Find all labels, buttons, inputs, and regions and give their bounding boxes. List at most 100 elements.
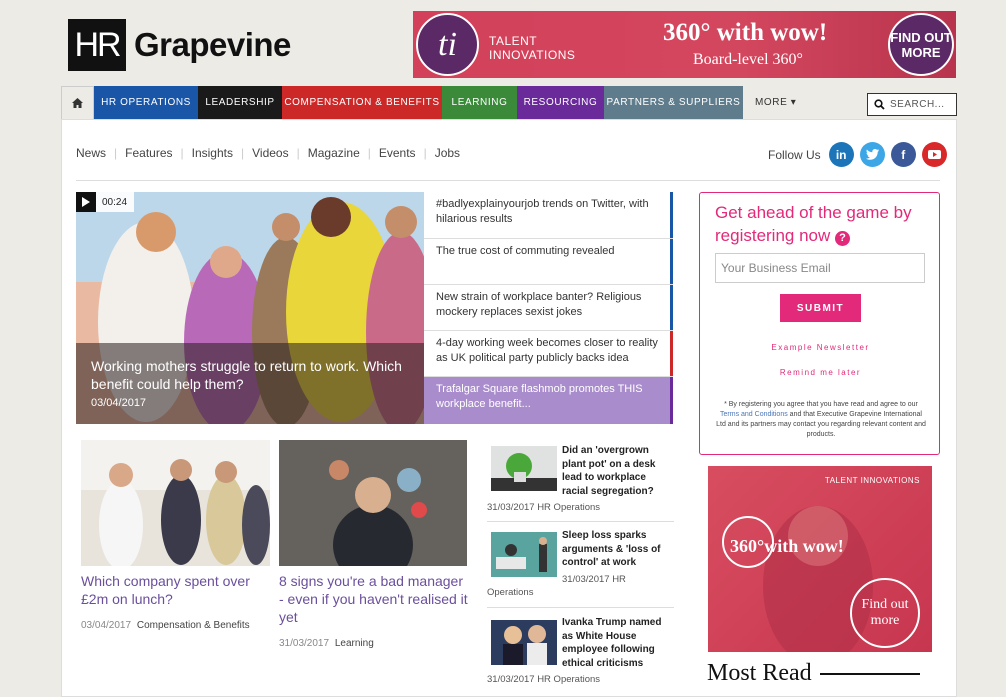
example-newsletter-link[interactable]: Example Newsletter [700,343,941,352]
site-logo[interactable]: HR Grapevine [68,19,291,71]
logo-mark: HR [68,19,126,71]
card-category[interactable]: Compensation & Benefits [137,620,250,631]
side-banner-ad[interactable]: TALENT INNOVATIONS 360°with wow! Find ou… [708,466,932,652]
home-nav-button[interactable] [61,86,94,119]
nav-compensation-benefits[interactable]: COMPENSATION & BENEFITS [282,86,442,119]
play-icon [76,192,96,212]
subnav-divider [76,180,940,181]
office-photo [81,440,270,566]
headline-item[interactable]: New strain of workplace banter? Religiou… [424,285,673,331]
headline-item-active[interactable]: Trafalgar Square flashmob promotes THIS … [424,377,673,424]
subnav-events[interactable]: Events [379,146,416,160]
submit-button[interactable]: SUBMIT [780,294,861,322]
headline-text: Trafalgar Square flashmob promotes THIS … [436,383,643,410]
ad-brand-circle: ti [416,13,479,76]
video-play-button[interactable]: 00:24 [76,192,134,212]
youtube-icon[interactable] [921,142,947,167]
card-image[interactable] [279,440,467,566]
list-category[interactable]: HR Operations [537,674,600,685]
card-meta: 31/03/2017 Learning [279,638,374,649]
follow-label: Follow Us [768,147,821,162]
search-icon [874,99,885,110]
card-image[interactable] [81,440,270,566]
card-meta: 03/04/2017 Compensation & Benefits [81,620,250,631]
most-read-title: Most Read [707,660,812,686]
nav-learning[interactable]: LEARNING [442,86,517,119]
logo-wordmark: Grapevine [134,26,291,63]
list-item[interactable]: Sleep loss sparks arguments & 'loss of c… [487,522,674,608]
subnav-jobs[interactable]: Jobs [435,146,460,160]
headline-item[interactable]: The true cost of commuting revealed [424,239,673,285]
category-bar [670,331,673,376]
nav-partners-suppliers[interactable]: PARTNERS & SUPPLIERS [604,86,743,119]
hero-image[interactable]: Working mothers struggle to return to wo… [76,192,424,424]
list-date: 31/03/2017 [487,502,535,513]
subnav-features[interactable]: Features [125,146,172,160]
ad-cta-button[interactable]: FIND OUT MORE [888,13,954,76]
list-meta: 31/03/2017 HR Operations [487,501,600,514]
site-header: HR Grapevine ti TALENT INNOVATIONS 360° … [0,0,1006,85]
category-bar [670,192,673,238]
terms-text: * By registering you agree that you have… [724,401,918,408]
search-placeholder: SEARCH... [890,99,945,110]
help-icon[interactable]: ? [835,231,851,246]
list-thumbnail [491,446,557,491]
heading-rule [819,672,920,675]
ad-headline: 360° with wow! [663,19,828,46]
most-read-heading: Most Read [707,660,920,687]
ad-cta-button[interactable]: Find out more [850,578,920,648]
twitter-icon[interactable] [859,142,885,167]
search-box[interactable]: SEARCH... [867,93,957,116]
register-title: Get ahead of the game by registering now… [715,201,930,247]
headline-text: The true cost of commuting revealed [436,245,615,257]
video-duration: 00:24 [102,196,128,208]
ad-headline: 360°with wow! [730,536,844,556]
home-icon [72,98,83,108]
sub-nav: News | Features | Insights | Videos | Magazi… [76,146,461,160]
ad-subheadline: Board-level 360° [693,51,803,68]
list-thumbnail [491,620,557,665]
headline-item[interactable]: #badlyexplainyourjob trends on Twitter, … [424,192,673,239]
register-box: Get ahead of the game by registering now… [699,192,940,455]
facebook-icon[interactable]: f [890,142,916,167]
list-meta: 31/03/2017 HR Operations [487,573,667,599]
register-title-text: Get ahead of the game by registering now [715,203,912,245]
card-title[interactable]: Which company spent over £2m on lunch? [81,572,271,608]
follow-us: Follow Us in f [768,142,947,167]
nav-resourcing[interactable]: RESOURCING [517,86,604,119]
main-nav: HR OPERATIONS LEADERSHIP COMPENSATION & … [61,86,957,119]
hero-title[interactable]: Working mothers struggle to return to wo… [91,357,409,393]
ad-brand-name: TALENT INNOVATIONS [489,34,575,62]
card-title[interactable]: 8 signs you're a bad manager - even if y… [279,572,469,626]
linkedin-icon[interactable]: in [828,142,854,167]
nav-hr-operations[interactable]: HR OPERATIONS [94,86,198,119]
list-title: Ivanka Trump named as White House employ… [562,617,662,669]
subnav-insights[interactable]: Insights [192,146,233,160]
subnav-videos[interactable]: Videos [252,146,288,160]
category-bar [670,239,673,284]
ad-brand-line: INNOVATIONS [489,48,576,62]
list-item[interactable]: Ivanka Trump named as White House employ… [487,608,674,690]
list-item[interactable]: Did an 'overgrown plant pot' on a desk l… [487,440,674,522]
ad-brand-line: TALENT [489,34,538,48]
remind-later-link[interactable]: Remind me later [700,368,941,377]
card-category[interactable]: Learning [335,638,374,649]
list-category[interactable]: HR Operations [537,502,600,513]
email-field[interactable]: Your Business Email [715,253,925,283]
list-title: Sleep loss sparks arguments & 'loss of c… [562,530,661,568]
list-date: 31/03/2017 [562,574,610,585]
register-terms: * By registering you agree that you have… [716,400,926,440]
card-date: 03/04/2017 [81,620,132,631]
terms-link[interactable]: Terms and Conditions [720,411,788,418]
nav-more-dropdown[interactable]: MORE ▾ [743,86,808,119]
nav-leadership[interactable]: LEADERSHIP [198,86,282,119]
top-banner-ad[interactable]: ti TALENT INNOVATIONS 360° with wow! Boa… [413,11,956,78]
headline-item[interactable]: 4-day working week becomes closer to rea… [424,331,673,377]
headline-text: New strain of workplace banter? Religiou… [436,291,642,318]
hero-date: 03/04/2017 [91,397,147,409]
card-date: 31/03/2017 [279,638,330,649]
category-bar [670,377,673,424]
subnav-magazine[interactable]: Magazine [308,146,360,160]
headline-text: 4-day working week becomes closer to rea… [436,337,658,364]
subnav-news[interactable]: News [76,146,106,160]
